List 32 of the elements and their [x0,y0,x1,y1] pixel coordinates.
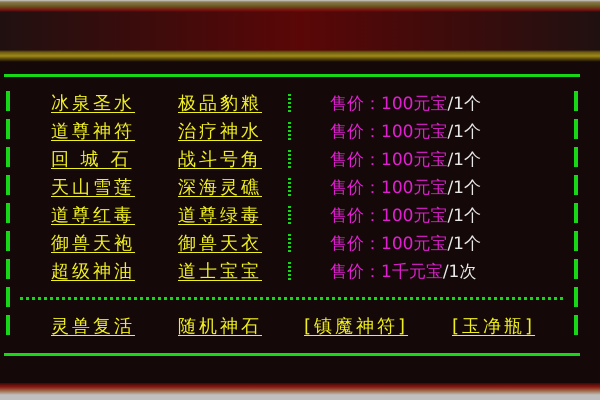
unit-text: /1个 [447,178,481,198]
item-link[interactable]: 回 城 石 [51,147,132,171]
price-text: 售价：1千元宝 [330,262,443,282]
price-text: 售价：100元宝 [330,206,448,226]
item-link[interactable]: 道尊绿毒 [178,203,262,227]
item-link[interactable]: 道尊红毒 [51,203,135,227]
item-link[interactable]: 战斗号角 [178,147,262,171]
unit-text: /1个 [447,206,481,226]
unit-text: /1个 [447,94,481,114]
price-text: 售价：100元宝 [330,150,448,170]
price-text: 售价：100元宝 [330,94,448,114]
item-link[interactable]: [镇魔神符] [304,314,408,338]
item-link[interactable]: 道尊神符 [51,119,135,143]
price-text: 售价：100元宝 [330,178,448,198]
item-link[interactable]: 道士宝宝 [178,259,262,283]
item-link[interactable]: 深海灵礁 [178,175,262,199]
item-link[interactable]: 天山雪莲 [51,175,135,199]
item-link[interactable]: [玉净瓶] [452,314,536,338]
item-link[interactable]: 冰泉圣水 [51,91,135,115]
item-link[interactable]: 治疗神水 [178,119,262,143]
item-link[interactable]: 超级神油 [51,259,135,283]
price-text: 售价：100元宝 [330,234,448,254]
item-link[interactable]: 御兽天袍 [51,231,135,255]
item-link[interactable]: 御兽天衣 [178,231,262,255]
unit-text: /1个 [447,234,481,254]
unit-text: /1个 [447,150,481,170]
item-link[interactable]: 灵兽复活 [51,314,135,338]
price-text: 售价：100元宝 [330,122,448,142]
item-link[interactable]: 极品豹粮 [178,91,262,115]
unit-text: /1次 [442,262,476,282]
unit-text: /1个 [447,122,481,142]
item-link[interactable]: 随机神石 [178,314,262,338]
